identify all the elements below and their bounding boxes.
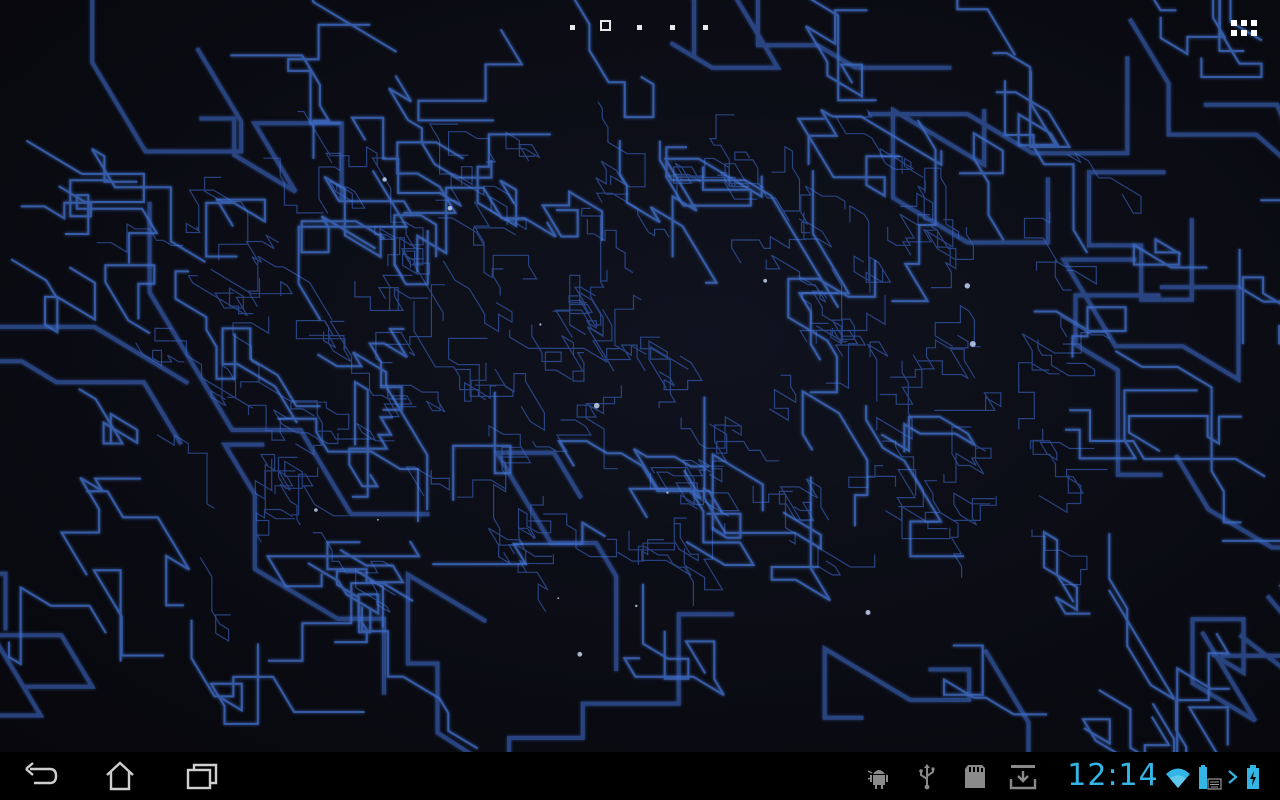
- keyboard-dock-battery-status[interactable]: [1196, 764, 1222, 790]
- status-clock[interactable]: 12:14: [1058, 756, 1168, 796]
- wifi-icon: [1166, 768, 1190, 788]
- system-bar: 12:14: [0, 752, 1280, 800]
- all-apps-button[interactable]: [1222, 16, 1266, 40]
- live-wallpaper[interactable]: [0, 0, 1280, 752]
- recent-apps-icon: [186, 763, 218, 790]
- charging-chevron-icon: [1228, 770, 1238, 784]
- download-tray-icon: [1009, 765, 1037, 790]
- recent-apps-button[interactable]: [168, 756, 232, 796]
- wifi-status[interactable]: [1164, 764, 1192, 790]
- battery-status[interactable]: [1244, 764, 1262, 790]
- page-dot-4: [670, 25, 675, 30]
- usb-icon: [919, 764, 935, 790]
- workspace-page-indicator: [560, 20, 720, 36]
- download-notification[interactable]: [1008, 762, 1038, 790]
- page-dot-5: [703, 25, 708, 30]
- back-button[interactable]: [8, 756, 72, 796]
- page-dot-3: [637, 25, 642, 30]
- android-debug-icon: [867, 770, 888, 789]
- page-dot-2-current: [600, 20, 611, 31]
- charging-status: [1226, 764, 1240, 790]
- battery-charging-icon: [1247, 765, 1259, 789]
- home-button[interactable]: [88, 756, 152, 796]
- android-debug-notification[interactable]: [864, 762, 894, 790]
- keyboard-dock-battery-icon: [1199, 765, 1222, 790]
- back-arrow-icon: [25, 762, 58, 785]
- page-dot-1: [570, 25, 575, 30]
- sd-card-icon: [965, 765, 985, 788]
- home-icon: [106, 761, 134, 791]
- circuit-pattern: [0, 0, 1280, 752]
- usb-notification[interactable]: [912, 762, 942, 790]
- tablet-screen: 12:14: [0, 0, 1280, 800]
- sd-card-notification[interactable]: [960, 762, 990, 790]
